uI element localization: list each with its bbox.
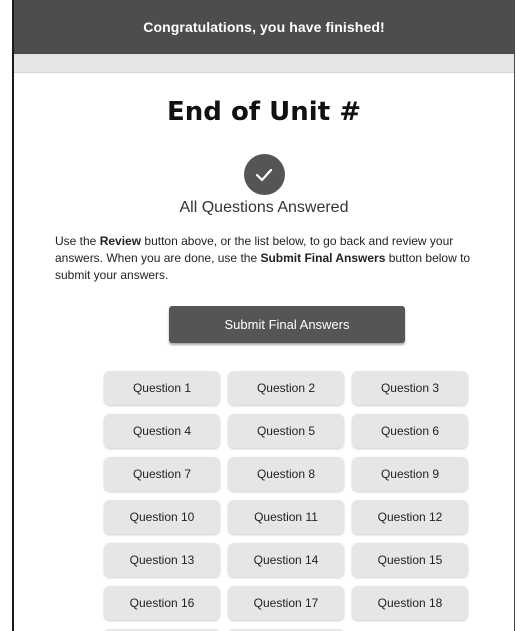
- question-button-8[interactable]: Question 8: [228, 457, 344, 491]
- question-button-9[interactable]: Question 9: [352, 457, 468, 491]
- page-frame: Congratulations, you have finished! End …: [12, 0, 515, 631]
- question-button-5[interactable]: Question 5: [228, 414, 344, 448]
- question-button-15[interactable]: Question 15: [352, 543, 468, 577]
- question-button-12[interactable]: Question 12: [352, 500, 468, 534]
- review-keyword: Review: [99, 234, 142, 248]
- question-list: Question 1 Question 2 Question 3 Questio…: [104, 371, 468, 631]
- question-button-7[interactable]: Question 7: [104, 457, 220, 491]
- submit-final-answers-button[interactable]: Submit Final Answers: [169, 306, 405, 343]
- submit-keyword: Submit Final Answers: [260, 251, 386, 265]
- page-title: End of Unit #: [167, 97, 361, 127]
- question-button-18[interactable]: Question 18: [352, 586, 468, 620]
- question-button-6[interactable]: Question 6: [352, 414, 468, 448]
- question-button-10[interactable]: Question 10: [104, 500, 220, 534]
- question-button-17[interactable]: Question 17: [228, 586, 344, 620]
- instructions-text: Use the Review button above, or the list…: [55, 234, 471, 282]
- question-button-11[interactable]: Question 11: [228, 500, 344, 534]
- toolbar-strip: [14, 54, 514, 73]
- question-button-2[interactable]: Question 2: [228, 371, 344, 405]
- question-button-1[interactable]: Question 1: [104, 371, 220, 405]
- header-bar: Congratulations, you have finished!: [14, 0, 514, 54]
- checkmark-icon: [243, 154, 285, 195]
- header-title: Congratulations, you have finished!: [143, 19, 385, 35]
- question-button-3[interactable]: Question 3: [352, 371, 468, 405]
- question-button-14[interactable]: Question 14: [228, 543, 344, 577]
- question-button-13[interactable]: Question 13: [104, 543, 220, 577]
- question-button-16[interactable]: Question 16: [104, 586, 220, 620]
- question-button-4[interactable]: Question 4: [104, 414, 220, 448]
- status-text: All Questions Answered: [179, 199, 349, 216]
